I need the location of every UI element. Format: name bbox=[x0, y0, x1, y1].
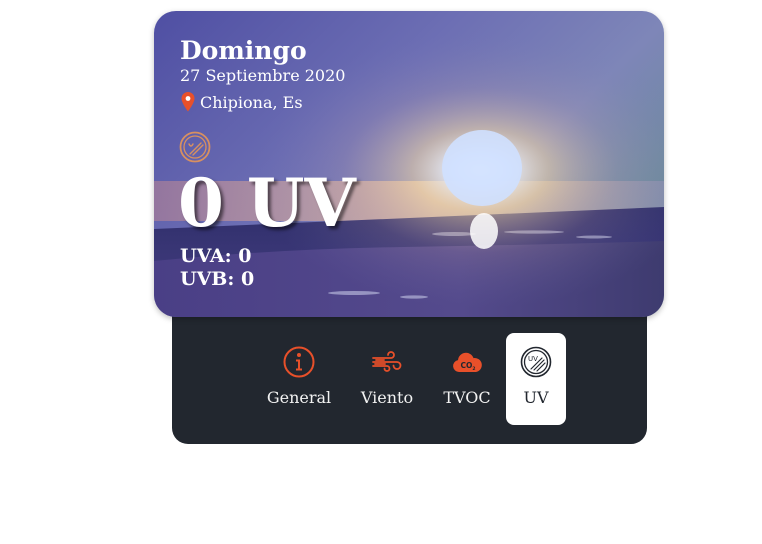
location-text: Chipiona, Es bbox=[200, 92, 303, 112]
map-pin-icon bbox=[181, 92, 195, 112]
tab-uv-label: UV bbox=[523, 388, 549, 407]
uv-sun-icon bbox=[179, 131, 211, 163]
tab-viento-label: Viento bbox=[360, 388, 414, 407]
tab-uv[interactable]: UV UV bbox=[506, 333, 566, 425]
tab-general[interactable]: General bbox=[264, 333, 334, 425]
svg-text:CO: CO bbox=[461, 361, 473, 370]
tab-viento[interactable]: Viento bbox=[352, 333, 422, 425]
date-text: 27 Septiembre 2020 bbox=[180, 66, 346, 85]
day-name: Domingo bbox=[180, 36, 307, 65]
svg-text:2: 2 bbox=[472, 366, 475, 372]
tab-tvoc-label: TVOC bbox=[443, 388, 491, 407]
uv-index-value: 0 UV bbox=[178, 164, 356, 242]
uv-icon: UV bbox=[520, 346, 552, 378]
tab-general-label: General bbox=[266, 388, 332, 407]
info-icon bbox=[283, 346, 315, 378]
wind-icon bbox=[372, 351, 402, 372]
tab-tvoc[interactable]: CO 2 TVOC bbox=[432, 333, 502, 425]
uva-value: UVA: 0 bbox=[180, 245, 252, 267]
location: Chipiona, Es bbox=[180, 91, 303, 113]
svg-text:UV: UV bbox=[528, 355, 538, 363]
uvb-value: UVB: 0 bbox=[180, 268, 255, 290]
co2-cloud-icon: CO 2 bbox=[453, 352, 482, 372]
weather-card: Domingo 27 Septiembre 2020 Chipiona, Es … bbox=[154, 11, 664, 317]
weather-widget: General Viento CO 2 TVOC UV UV Domingo 2… bbox=[0, 0, 762, 544]
